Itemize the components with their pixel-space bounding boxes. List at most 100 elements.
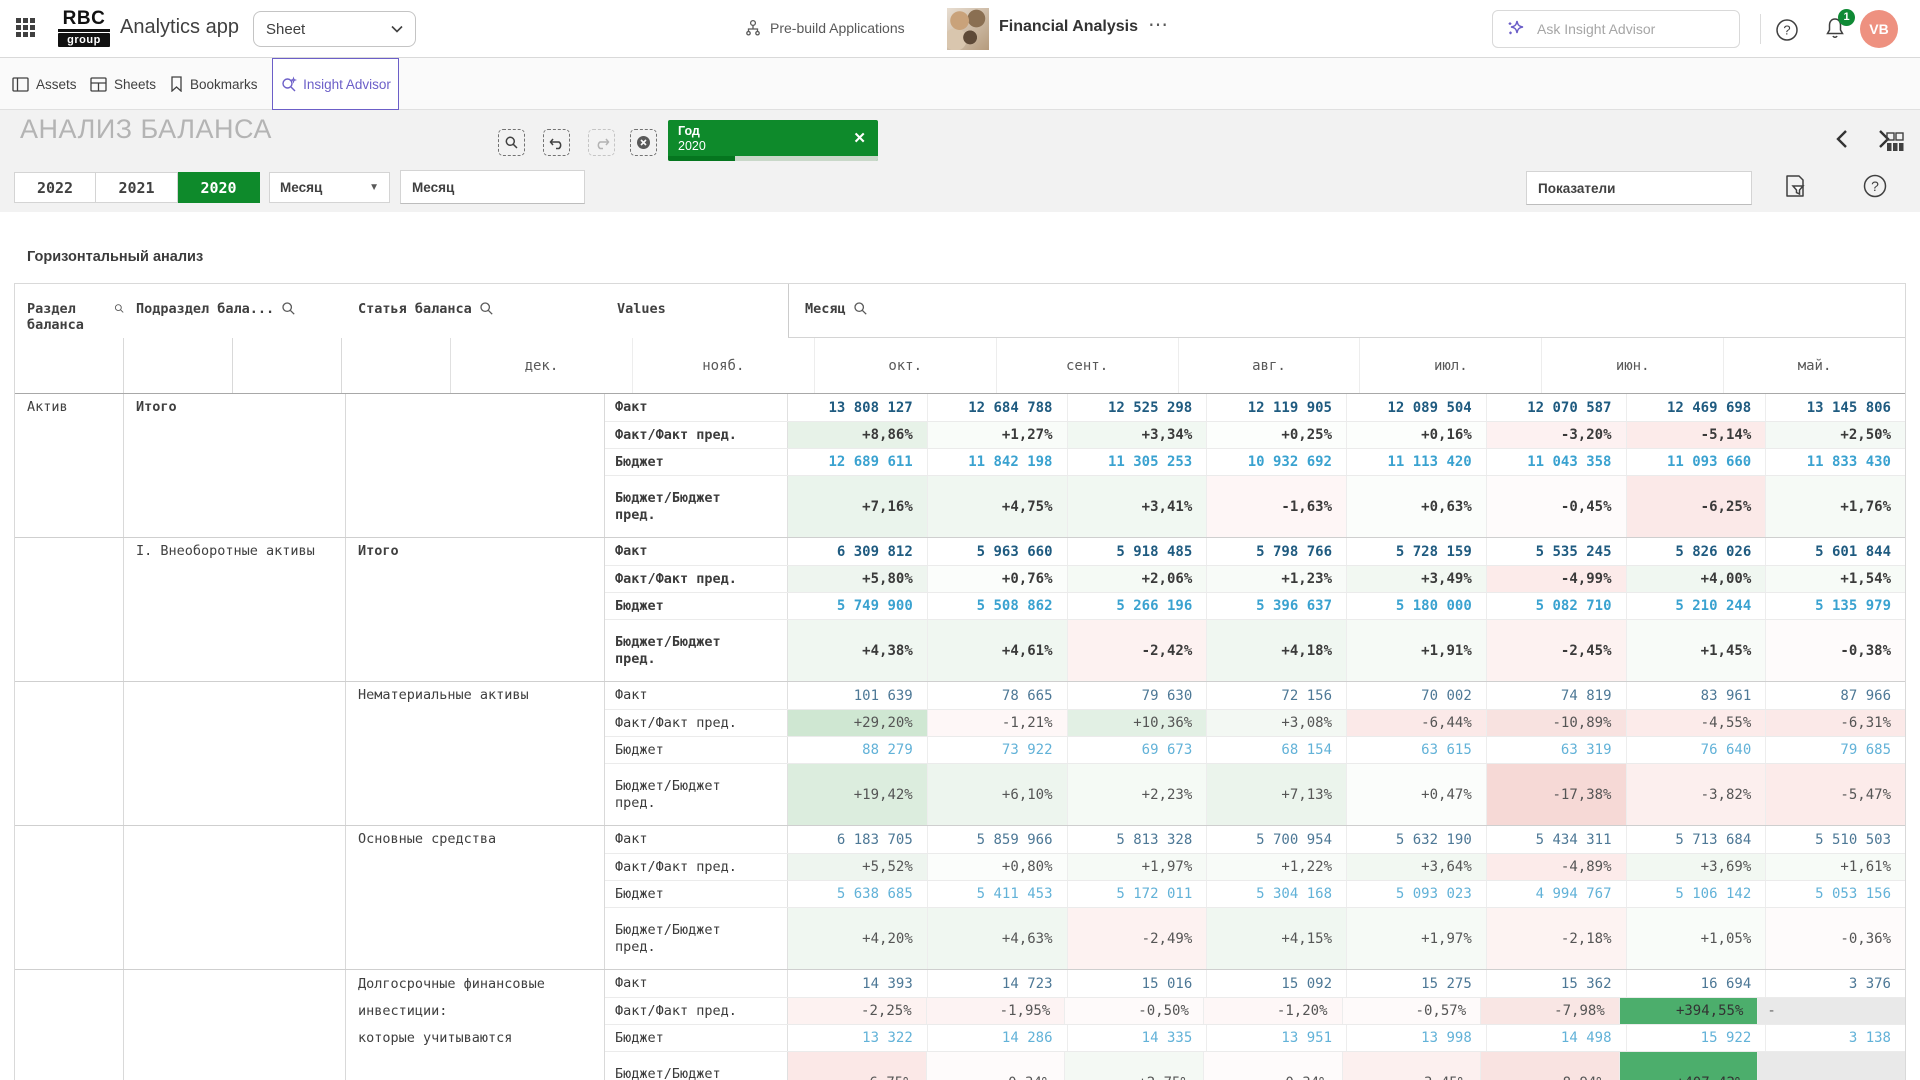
help-icon[interactable]: ? bbox=[1774, 17, 1800, 43]
insight-advisor-label: Insight Advisor bbox=[303, 77, 391, 92]
sheets-button[interactable]: Sheets bbox=[90, 58, 156, 110]
dimension-cell[interactable]: Долгосрочные финансовые инвестиции: кото… bbox=[346, 970, 605, 1080]
selection-chip-year[interactable]: Год 2020 ✕ bbox=[668, 120, 878, 161]
month-column-header[interactable]: дек. bbox=[451, 338, 633, 393]
value-cell: 5 135 979 bbox=[1766, 593, 1905, 619]
header-podrazdel[interactable]: Подраздел бала... bbox=[124, 284, 346, 338]
measure-label: Факт bbox=[605, 682, 788, 709]
table-row: Бюджет/Бюджет пред.+4,20%+4,63%-2,49%+4,… bbox=[605, 907, 1905, 969]
assets-button[interactable]: Assets bbox=[12, 58, 77, 110]
header-razdel[interactable]: Раздел баланса bbox=[15, 284, 124, 338]
month-listbox[interactable]: Месяц bbox=[400, 170, 585, 204]
month-column-header[interactable]: окт. bbox=[815, 338, 997, 393]
undo-selection-icon[interactable] bbox=[543, 129, 570, 156]
dimension-cell[interactable]: Итого bbox=[346, 538, 605, 681]
redo-selection-icon[interactable] bbox=[588, 129, 615, 156]
dimension-cell[interactable] bbox=[15, 538, 124, 681]
value-cell: -8,94% bbox=[1481, 1052, 1620, 1080]
dimension-cell[interactable] bbox=[15, 682, 124, 825]
header-values[interactable]: Values bbox=[605, 284, 788, 338]
value-cell: +3,69% bbox=[1627, 854, 1767, 880]
value-cell: +1,45% bbox=[1627, 620, 1767, 681]
clear-selections-icon[interactable] bbox=[630, 129, 657, 156]
value-cell: 11 093 660 bbox=[1627, 449, 1767, 475]
user-avatar[interactable]: VB bbox=[1860, 10, 1898, 48]
search-icon[interactable] bbox=[281, 301, 296, 316]
header-month-dimension[interactable]: Месяц bbox=[788, 284, 1905, 338]
current-app-title[interactable]: Financial Analysis bbox=[999, 18, 1138, 36]
app-menu-icon[interactable] bbox=[16, 18, 38, 40]
value-cell: 73 922 bbox=[928, 737, 1068, 763]
dimension-cell[interactable]: Основные средства bbox=[346, 826, 605, 969]
value-cell: -2,18% bbox=[1487, 908, 1627, 969]
prev-sheet-arrow[interactable] bbox=[1832, 128, 1854, 150]
search-icon[interactable] bbox=[853, 301, 868, 316]
dimension-cell[interactable]: Нематериальные активы bbox=[346, 682, 605, 825]
month-dropdown[interactable]: Месяц ▼ bbox=[269, 172, 390, 203]
value-cell: 5 632 190 bbox=[1347, 826, 1487, 853]
value-cell: 5 106 142 bbox=[1627, 881, 1767, 907]
header-statya[interactable]: Статья баланса bbox=[346, 284, 605, 338]
sheet-selector-dropdown[interactable]: Sheet bbox=[253, 11, 416, 47]
month-column-header[interactable]: июл. bbox=[1360, 338, 1542, 393]
assets-label: Assets bbox=[36, 77, 77, 92]
value-cell: +8,86% bbox=[788, 422, 928, 448]
measure-label: Факт bbox=[605, 970, 788, 997]
month-column-header[interactable]: июн. bbox=[1542, 338, 1724, 393]
measure-label: Факт bbox=[605, 394, 788, 421]
value-cell: 5 266 196 bbox=[1068, 593, 1208, 619]
sheet-toolbar: Assets Sheets Bookmarks Insight Advisor bbox=[0, 58, 1920, 110]
ask-insight-advisor-input[interactable] bbox=[1537, 21, 1707, 37]
dimension-cell[interactable]: I. Внеоборотные активы bbox=[124, 538, 346, 681]
year-button-2022[interactable]: 2022 bbox=[14, 172, 96, 203]
table-row: Бюджет/Бюджет пред.+4,38%+4,61%-2,42%+4,… bbox=[605, 619, 1905, 681]
notifications-bell[interactable]: 1 bbox=[1822, 15, 1852, 45]
bookmarks-button[interactable]: Bookmarks bbox=[170, 58, 258, 110]
insight-advisor-searchbox[interactable] bbox=[1492, 10, 1740, 48]
value-cell: 5 508 862 bbox=[928, 593, 1068, 619]
dimension-cell[interactable] bbox=[124, 826, 346, 969]
app-thumbnail[interactable] bbox=[947, 8, 989, 50]
dimension-cell[interactable] bbox=[124, 970, 346, 1080]
value-cell: -5,47% bbox=[1766, 764, 1905, 825]
sheet-grid-icon[interactable] bbox=[1884, 132, 1906, 152]
dimension-cell[interactable]: Актив bbox=[15, 394, 124, 537]
month-column-header[interactable]: нояб. bbox=[633, 338, 815, 393]
month-column-header[interactable]: май. bbox=[1724, 338, 1905, 393]
prebuild-applications-link[interactable]: Pre-build Applications bbox=[744, 19, 905, 37]
dimension-cell[interactable] bbox=[124, 682, 346, 825]
dimension-cell[interactable]: Итого bbox=[124, 394, 346, 537]
value-cell: 6 309 812 bbox=[788, 538, 928, 565]
month-column-header[interactable]: сент. bbox=[997, 338, 1179, 393]
chip-close-icon[interactable]: ✕ bbox=[853, 129, 866, 147]
header-razdel-label: Раздел баланса bbox=[27, 301, 107, 333]
value-cell: -1,20% bbox=[1204, 998, 1343, 1024]
insight-advisor-button[interactable]: Insight Advisor bbox=[272, 58, 399, 110]
table-block: Долгосрочные финансовые инвестиции: кото… bbox=[15, 969, 1905, 1080]
value-cell: 6 183 705 bbox=[788, 826, 928, 853]
value-cell: 69 673 bbox=[1068, 737, 1208, 763]
smart-search-icon[interactable] bbox=[498, 129, 525, 156]
value-cell: +2,75% bbox=[1065, 1052, 1204, 1080]
month-column-header[interactable]: авг. bbox=[1179, 338, 1361, 393]
search-icon[interactable] bbox=[114, 301, 124, 316]
value-cell: 5 210 244 bbox=[1627, 593, 1767, 619]
search-icon[interactable] bbox=[479, 301, 494, 316]
dimension-cell[interactable] bbox=[346, 394, 605, 537]
dimension-cell[interactable] bbox=[15, 826, 124, 969]
dimension-cell[interactable] bbox=[15, 970, 124, 1080]
table-row: Факт/Факт пред.-2,25%-1,95%-0,50%-1,20%-… bbox=[605, 997, 1905, 1024]
year-filter-buttons: 202220212020 bbox=[14, 172, 260, 203]
value-cell: 5 963 660 bbox=[928, 538, 1068, 565]
more-options-icon[interactable]: ⋯ bbox=[1148, 12, 1168, 37]
value-cell: 5 093 023 bbox=[1347, 881, 1487, 907]
measure-label: Бюджет bbox=[605, 737, 788, 763]
measure-label: Бюджет/Бюджет пред. bbox=[605, 1052, 788, 1080]
indicators-listbox[interactable]: Показатели bbox=[1526, 171, 1752, 205]
notification-badge: 1 bbox=[1838, 9, 1855, 26]
help-circle-icon[interactable]: ? bbox=[1862, 173, 1889, 200]
year-button-2020[interactable]: 2020 bbox=[178, 172, 260, 203]
measure-label: Бюджет/Бюджет пред. bbox=[605, 764, 788, 825]
filter-document-icon[interactable] bbox=[1782, 173, 1809, 200]
year-button-2021[interactable]: 2021 bbox=[96, 172, 178, 203]
